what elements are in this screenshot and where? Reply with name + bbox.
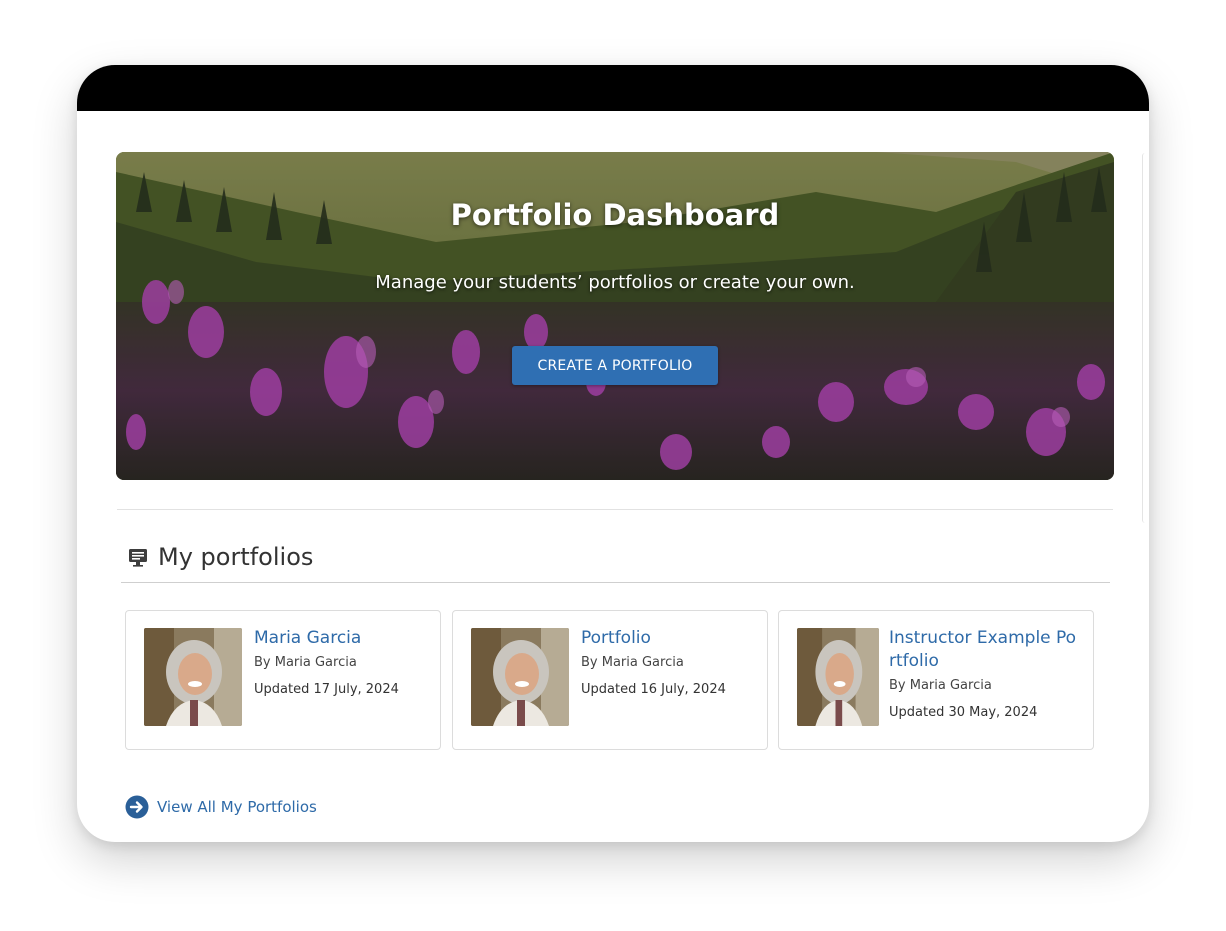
section-divider [117, 509, 1113, 510]
portfolio-author: By Maria Garcia [889, 678, 992, 693]
portfolio-updated-date: Updated 16 July, 2024 [581, 682, 726, 697]
hero-subtitle: Manage your students’ portfolios or crea… [375, 272, 855, 293]
section-header-underline [121, 582, 1110, 583]
view-all-portfolios-link[interactable]: View All My Portfolios [125, 795, 317, 819]
avatar [144, 628, 242, 726]
hero-banner: Portfolio Dashboard Manage your students… [116, 152, 1114, 480]
portfolio-title-link[interactable]: Instructor Example Portfolio [889, 627, 1081, 673]
hero-title: Portfolio Dashboard [450, 198, 780, 232]
portfolio-card[interactable]: Portfolio By Maria Garcia Updated 16 Jul… [452, 610, 768, 750]
portfolio-updated-date: Updated 17 July, 2024 [254, 682, 399, 697]
portfolio-card[interactable]: Maria Garcia By Maria Garcia Updated 17 … [125, 610, 441, 750]
portfolio-author: By Maria Garcia [581, 655, 684, 670]
view-all-label[interactable]: View All My Portfolios [157, 798, 317, 816]
portfolio-title-link[interactable]: Maria Garcia [254, 627, 428, 650]
portfolio-thumbnail[interactable] [471, 628, 569, 726]
portfolio-thumbnail[interactable] [797, 628, 879, 726]
avatar [471, 628, 569, 726]
portfolio-thumbnail[interactable] [144, 628, 242, 726]
avatar [797, 628, 879, 726]
my-portfolios-header: My portfolios [127, 539, 313, 575]
arrow-circle-right-icon [125, 795, 149, 819]
portfolio-title-link[interactable]: Portfolio [581, 627, 755, 650]
create-portfolio-button[interactable]: CREATE A PORTFOLIO [512, 346, 718, 385]
section-title: My portfolios [158, 543, 314, 571]
portfolio-card[interactable]: Instructor Example Portfolio By Maria Ga… [778, 610, 1094, 750]
device-frame: Portfolio Dashboard Manage your students… [77, 65, 1149, 842]
top-bar [77, 65, 1149, 111]
scrollbar[interactable] [1142, 153, 1148, 523]
presentation-board-icon [129, 549, 147, 567]
portfolio-updated-date: Updated 30 May, 2024 [889, 705, 1038, 720]
portfolio-author: By Maria Garcia [254, 655, 357, 670]
